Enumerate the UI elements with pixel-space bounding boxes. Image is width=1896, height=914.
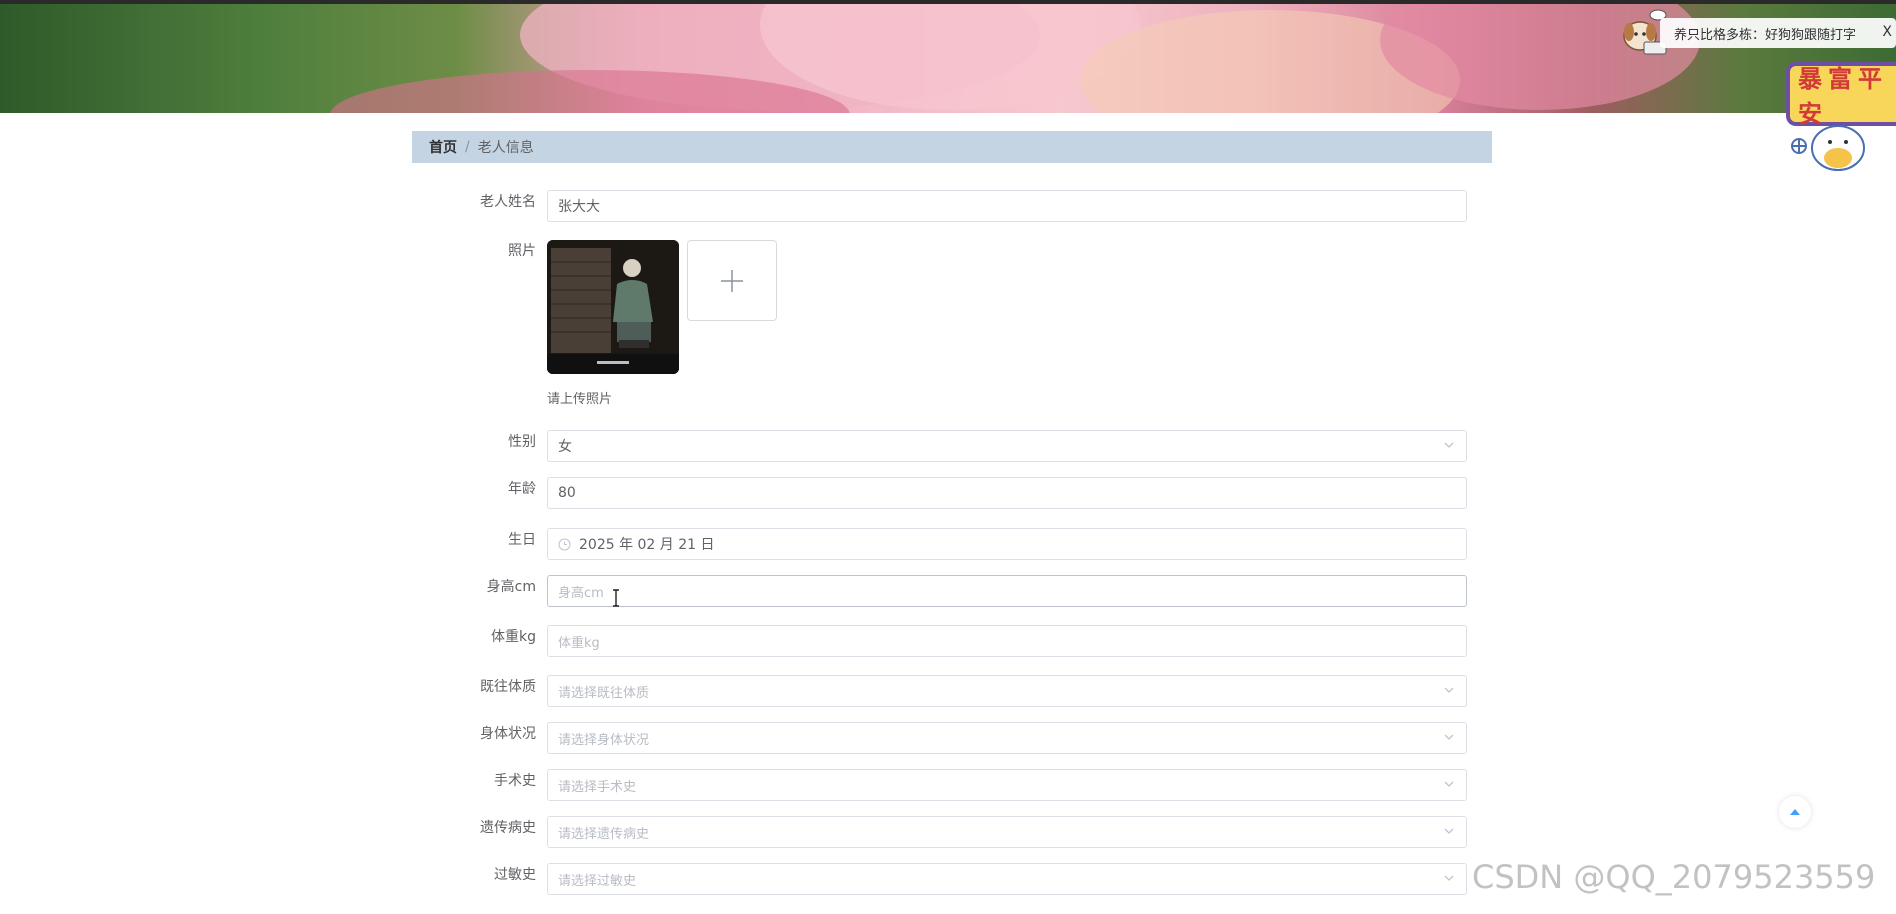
uploaded-photo-thumbnail[interactable] [547,240,679,374]
breadcrumb-home-link[interactable]: 首页 [429,137,457,157]
age-label: 年龄 [508,481,536,497]
genetic-placeholder: 请选择遗传病史 [558,826,650,842]
genetic-select[interactable]: 请选择遗传病史 [547,816,1467,848]
condition-label: 身体状况 [480,726,536,742]
age-input[interactable]: 80 [547,477,1467,509]
birthday-label: 生日 [508,532,536,548]
photo-upload-hint: 请上传照片 [547,392,613,407]
weight-label: 体重kg [491,629,536,645]
form-row-allergy: 过敏史 请选择过敏史 [412,863,1492,895]
csdn-watermark: CSDN @QQ_2079523559 [1472,858,1876,896]
form-row-birthday: 生日 2025 年 02 月 21 日 [412,528,1492,560]
notice-close-button[interactable]: X [1882,24,1892,40]
condition-placeholder: 请选择身体状况 [558,732,650,748]
cat-mascot-icon [1791,125,1865,171]
constitution-label: 既往体质 [480,679,536,695]
form-row-age: 年龄 80 [412,477,1492,509]
breadcrumb-separator: / [465,139,470,155]
form-row-name: 老人姓名 张大大 [412,190,1492,222]
form-row-surgery: 手术史 请选择手术史 [412,769,1492,801]
window-top-edge [0,0,1896,4]
form-row-genetic: 遗传病史 请选择遗传病史 [412,816,1492,848]
upload-photo-button[interactable] [687,240,777,321]
surgery-select[interactable]: 请选择手术史 [547,769,1467,801]
name-label: 老人姓名 [480,194,536,210]
gender-select[interactable]: 女 [547,430,1467,462]
breadcrumb: 首页 / 老人信息 [412,131,1492,163]
form-row-weight: 体重kg 体重kg [412,625,1492,657]
gender-value: 女 [558,439,572,455]
height-input[interactable]: 身高cm [547,575,1467,607]
chevron-down-icon [1444,828,1454,834]
allergy-label: 过敏史 [494,867,536,883]
form-row-condition: 身体状况 请选择身体状况 [412,722,1492,754]
plus-icon [721,269,743,292]
chevron-down-icon [1444,442,1454,448]
photo-label: 照片 [508,243,536,259]
elderly-woman-photo-icon [547,240,679,374]
genetic-label: 遗传病史 [480,820,536,836]
allergy-placeholder: 请选择过敏史 [558,873,637,889]
form-row-height: 身高cm 身高cm [412,575,1492,607]
surgery-placeholder: 请选择手术史 [558,779,637,795]
clock-icon [558,538,571,550]
constitution-select[interactable]: 请选择既往体质 [547,675,1467,707]
caret-up-icon [1790,809,1800,815]
condition-select[interactable]: 请选择身体状况 [547,722,1467,754]
chevron-down-icon [1444,875,1454,881]
birthday-value: 2025 年 02 月 21 日 [579,537,715,553]
weight-input[interactable]: 体重kg [547,625,1467,657]
text-cursor-icon [613,589,619,607]
chevron-down-icon [1444,734,1454,740]
name-input[interactable]: 张大大 [547,190,1467,222]
surgery-label: 手术史 [494,773,536,789]
form-row-gender: 性别 女 [412,430,1492,462]
height-label: 身高cm [486,579,536,595]
gender-label: 性别 [508,434,536,450]
header-banner [0,0,1896,113]
birthday-date-picker[interactable]: 2025 年 02 月 21 日 [547,528,1467,560]
notice-bar: 养只比格多栋：好狗狗跟随打字 X [1660,18,1896,48]
chevron-down-icon [1444,781,1454,787]
back-to-top-button[interactable] [1779,796,1811,828]
notice-text: 养只比格多栋：好狗狗跟随打字 [1674,27,1857,43]
chevron-down-icon [1444,687,1454,693]
breadcrumb-current: 老人信息 [477,140,534,156]
allergy-select[interactable]: 请选择过敏史 [547,863,1467,895]
constitution-placeholder: 请选择既往体质 [558,685,650,701]
form-row-constitution: 既往体质 请选择既往体质 [412,675,1492,707]
